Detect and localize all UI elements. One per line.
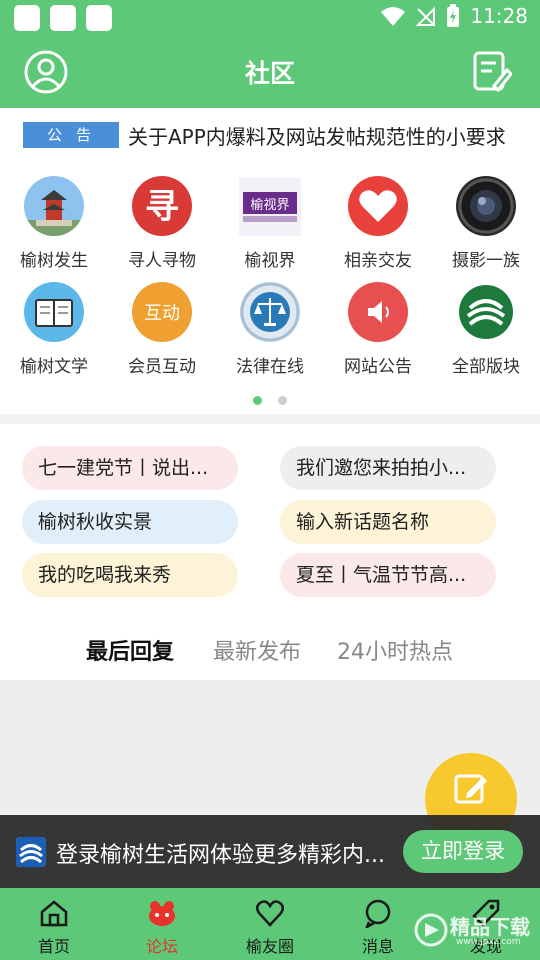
- watermark: 精品下载 www.jpxz.com: [412, 905, 538, 955]
- tab-24h-hot[interactable]: 24小时热点: [337, 634, 453, 666]
- pager-dot-active[interactable]: [253, 396, 263, 405]
- heart-icon: [348, 176, 408, 236]
- svg-text:寻: 寻: [145, 187, 179, 227]
- pagoda-icon: [24, 176, 84, 236]
- category-label: 网站公告: [344, 357, 412, 377]
- category-literature[interactable]: 榆树文学: [0, 268, 108, 377]
- category-dating[interactable]: 相亲交友: [324, 162, 432, 271]
- yushijie-logo-text: 榆视界: [250, 198, 289, 213]
- topic-chip[interactable]: 夏至丨气温节节高...: [280, 553, 496, 597]
- login-button[interactable]: 立即登录: [403, 830, 523, 873]
- friends-heart-icon: [256, 900, 284, 927]
- announcement-text[interactable]: 关于APP内爆料及网站发帖规范性的小要求: [128, 121, 506, 150]
- edit-note-icon[interactable]: [472, 50, 514, 94]
- pager-dot[interactable]: [277, 396, 287, 405]
- wifi-icon: [381, 7, 406, 26]
- battery-charging-icon: [447, 4, 460, 27]
- announcement-bar[interactable]: 公告 关于APP内爆料及网站发帖规范性的小要求: [0, 108, 540, 162]
- category-photography[interactable]: 摄影一族: [432, 162, 540, 271]
- nav-home[interactable]: 首页: [0, 888, 108, 960]
- camera-icon: [456, 176, 516, 236]
- scales-icon: [240, 282, 300, 342]
- page-title: 社区: [244, 59, 295, 88]
- topic-chip[interactable]: 七一建党节丨说出...: [22, 446, 238, 490]
- notification-icon: [14, 5, 40, 31]
- login-prompt-bar: 登录榆树生活网体验更多精彩内... 立即登录: [0, 815, 540, 888]
- topic-chip[interactable]: 榆树秋收实景: [22, 500, 238, 544]
- category-site-notice[interactable]: 网站公告: [324, 268, 432, 377]
- status-bar: 11:28: [0, 0, 540, 36]
- topic-chip[interactable]: 输入新话题名称: [280, 500, 496, 544]
- category-label: 全部版块: [452, 357, 520, 377]
- category-grid: 榆树发生 寻 寻人寻物 榆视界 榆视界 相亲交友 摄影一族 榆树文学 互动 会员: [0, 162, 540, 414]
- nav-forum[interactable]: 论坛: [108, 888, 216, 960]
- yushijie-icon: 榆视界: [239, 178, 301, 236]
- category-yushijie[interactable]: 榆视界 榆视界: [216, 162, 324, 271]
- interact-logo-text: 互动: [144, 303, 180, 324]
- no-signal-icon: [416, 6, 436, 26]
- login-prompt-message: 登录榆树生活网体验更多精彩内...: [56, 843, 385, 868]
- notification-icon: [86, 5, 112, 31]
- all-boards-icon: [456, 282, 516, 342]
- compose-icon: [454, 774, 487, 804]
- tab-latest-post[interactable]: 最新发布: [213, 634, 301, 666]
- category-label: 法律在线: [236, 357, 304, 377]
- category-label: 榆树文学: [20, 357, 88, 377]
- forum-icon: [149, 901, 175, 926]
- speaker-icon: [348, 282, 408, 342]
- watermark-logo-icon: [414, 913, 448, 947]
- category-lost-found[interactable]: 寻 寻人寻物: [108, 162, 216, 271]
- message-icon: [365, 899, 391, 928]
- status-time: 11:28: [470, 4, 528, 28]
- nav-label: 首页: [37, 937, 70, 956]
- seek-icon: 寻: [132, 176, 192, 236]
- watermark-text: 精品下载: [450, 915, 530, 939]
- category-member-interaction[interactable]: 互动 会员互动: [108, 268, 216, 377]
- watermark-url: www.jpxz.com: [456, 937, 521, 947]
- category-label: 会员互动: [128, 357, 196, 377]
- site-logo-icon: [16, 837, 46, 867]
- home-icon: [40, 900, 68, 927]
- nav-label: 榆友圈: [245, 937, 294, 956]
- pager-dots: [0, 390, 540, 409]
- category-legal[interactable]: 法律在线: [216, 268, 324, 377]
- nav-friends[interactable]: 榆友圈: [216, 888, 324, 960]
- nav-label: 论坛: [145, 937, 178, 956]
- book-icon: [24, 282, 84, 342]
- announcement-tag: 公告: [23, 122, 119, 148]
- interact-icon: 互动: [132, 282, 192, 342]
- sort-tabs: 最后回复 最新发布 24小时热点: [0, 620, 540, 678]
- tab-last-reply[interactable]: 最后回复: [86, 634, 174, 666]
- topic-chip[interactable]: 我的吃喝我来秀: [22, 553, 238, 597]
- app-header: 社区: [0, 36, 540, 108]
- topic-chip[interactable]: 我们邀您来拍拍小...: [280, 446, 496, 490]
- category-all-boards[interactable]: 全部版块: [432, 268, 540, 377]
- notification-icon: [50, 5, 76, 31]
- category-yushu-events[interactable]: 榆树发生: [0, 162, 108, 271]
